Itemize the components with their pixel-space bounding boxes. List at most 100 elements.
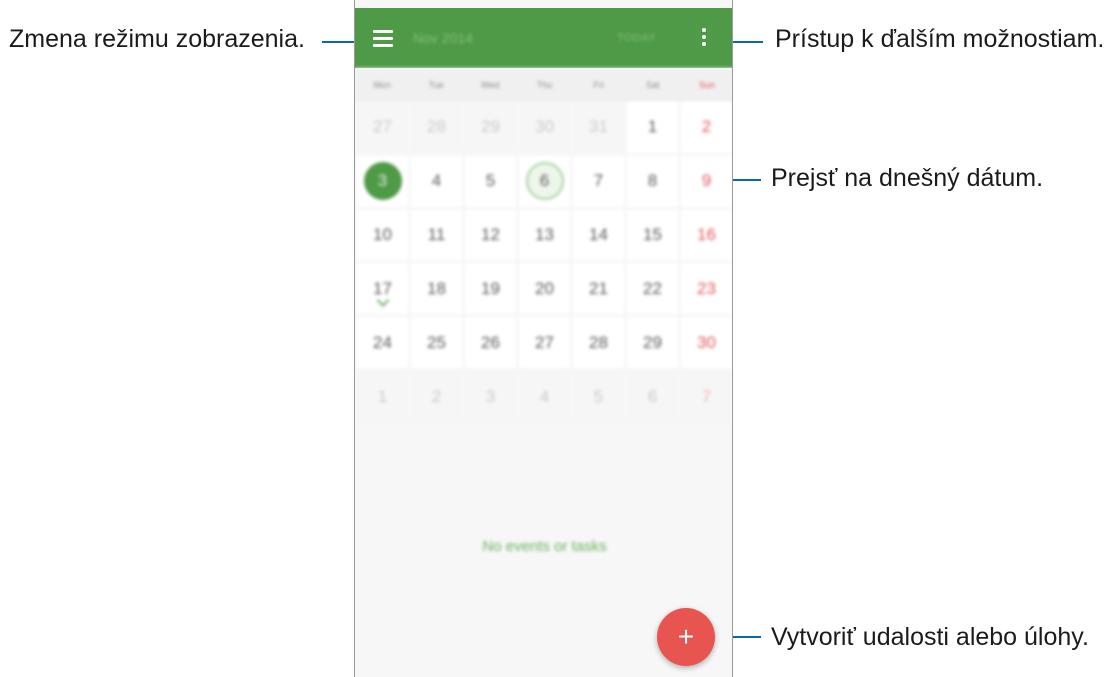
day-number: 3 [485,386,496,406]
calendar-day-cell[interactable]: 26 [465,317,516,369]
day-number: 5 [485,171,496,191]
calendar-day-cell[interactable]: 14 [573,209,624,261]
day-number: 7 [701,386,712,406]
calendar-day-cell[interactable]: 17 [357,263,408,315]
calendar-day-cell[interactable]: 4 [519,371,570,422]
day-number: 31 [589,117,608,137]
calendar-day-cell[interactable]: 19 [465,263,516,315]
callout-create: Vytvoriť udalosti alebo úlohy. [771,623,1089,651]
add-event-button[interactable]: + [657,608,715,666]
calendar-day-cell[interactable]: 27 [519,317,570,369]
day-number: 14 [589,225,608,245]
calendar-day-cell[interactable]: 7 [573,155,624,207]
hamburger-menu-icon[interactable] [373,30,393,47]
day-number: 28 [427,117,446,137]
day-number: 1 [377,386,388,406]
calendar-day-cell[interactable]: 11 [411,209,462,261]
callout-more-options: Prístup k ďalším možnostiam. [775,25,1105,53]
calendar-day-cell[interactable]: 2 [411,371,462,422]
day-number: 25 [427,332,446,352]
weekday-label: Thu [536,80,553,90]
calendar-day-cell[interactable]: 18 [411,263,462,315]
day-number: 7 [593,171,604,191]
day-number: 30 [535,117,554,137]
calendar-day-cell[interactable]: 3 [357,155,408,207]
calendar-day-cell[interactable]: 31 [573,102,624,153]
day-number: 23 [697,278,716,298]
calendar-day-cell[interactable]: 29 [465,102,516,153]
calendar-day-cell[interactable]: 23 [681,263,732,315]
weekday-label: Mon [373,80,391,90]
day-number: 29 [481,117,500,137]
phone-screen: Nov 2014 TODAY Mon Tue Wed Thu Fri Sat Sun 27 2… [354,0,733,677]
weekday-header: Mon Tue Wed Thu Fri Sat Sun [355,68,732,102]
calendar-day-cell[interactable]: 27 [357,102,408,153]
today-button[interactable]: TODAY [617,32,656,44]
weekday-label: Sat [646,80,660,90]
calendar-day-cell[interactable]: 8 [627,155,678,207]
day-number: 10 [373,225,392,245]
day-number: 4 [539,386,550,406]
day-number: 18 [427,278,446,298]
calendar-day-cell[interactable]: 30 [519,102,570,153]
calendar-day-cell[interactable]: 4 [411,155,462,207]
weekday-label: Wed [481,80,500,90]
calendar-day-cell[interactable]: 22 [627,263,678,315]
weekday-label: Fri [593,80,604,90]
day-number: 8 [647,171,658,191]
day-number: 17 [373,278,392,298]
calendar-day-cell[interactable]: 7 [681,371,732,422]
calendar-day-cell[interactable]: 1 [357,371,408,422]
calendar-day-cell[interactable]: 9 [681,155,732,207]
add-icon: + [677,621,695,652]
month-title[interactable]: Nov 2014 [413,30,473,46]
day-number: 3 [377,171,388,191]
day-number: 15 [643,225,662,245]
day-number: 2 [701,117,712,137]
calendar-day-cell[interactable]: 5 [465,155,516,207]
day-number: 27 [373,117,392,137]
calendar-day-cell[interactable]: 2 [681,102,732,153]
day-number: 22 [643,278,662,298]
weekday-label: Sun [698,80,715,90]
day-number: 26 [481,332,500,352]
calendar-day-cell[interactable]: 29 [627,317,678,369]
calendar-day-cell[interactable]: 20 [519,263,570,315]
calendar-day-cell[interactable]: 13 [519,209,570,261]
calendar-day-cell[interactable]: 1 [627,102,678,153]
calendar-day-cell[interactable]: 5 [573,371,624,422]
app-bar: Nov 2014 TODAY [355,8,732,68]
day-number: 9 [701,171,712,191]
calendar-day-cell[interactable]: 16 [681,209,732,261]
day-number: 5 [593,386,604,406]
calendar-day-cell[interactable]: 6 [627,371,678,422]
day-number: 29 [643,332,662,352]
day-number: 12 [481,225,500,245]
calendar-day-cell[interactable]: 25 [411,317,462,369]
calendar-day-cell[interactable]: 30 [681,317,732,369]
calendar-day-cell[interactable]: 28 [411,102,462,153]
day-number: 24 [373,332,392,352]
weekday-label: Tue [428,80,444,90]
day-number: 30 [697,332,716,352]
more-options-icon[interactable] [701,28,707,48]
day-number: 21 [589,278,608,298]
calendar-day-cell[interactable]: 10 [357,209,408,261]
calendar-day-cell[interactable]: 3 [465,371,516,422]
calendar-day-cell[interactable]: 6 [519,155,570,207]
empty-events-message: No events or tasks [482,538,607,555]
day-number: 27 [535,332,554,352]
day-number: 2 [431,386,442,406]
day-number: 6 [647,386,658,406]
day-number: 16 [697,225,716,245]
month-grid: 27 28 29 30 31 1 2 3 4 5 6 7 8 9 10 11 12 13 14 15 16 17 18 19 2… [357,102,732,422]
day-number: 6 [539,171,550,191]
calendar-day-cell[interactable]: 15 [627,209,678,261]
calendar-day-cell[interactable]: 24 [357,317,408,369]
calendar-day-cell[interactable]: 21 [573,263,624,315]
day-number: 1 [647,117,658,137]
calendar-day-cell[interactable]: 12 [465,209,516,261]
day-number: 13 [535,225,554,245]
calendar-day-cell[interactable]: 28 [573,317,624,369]
callout-go-today: Prejsť na dnešný dátum. [771,164,1044,192]
